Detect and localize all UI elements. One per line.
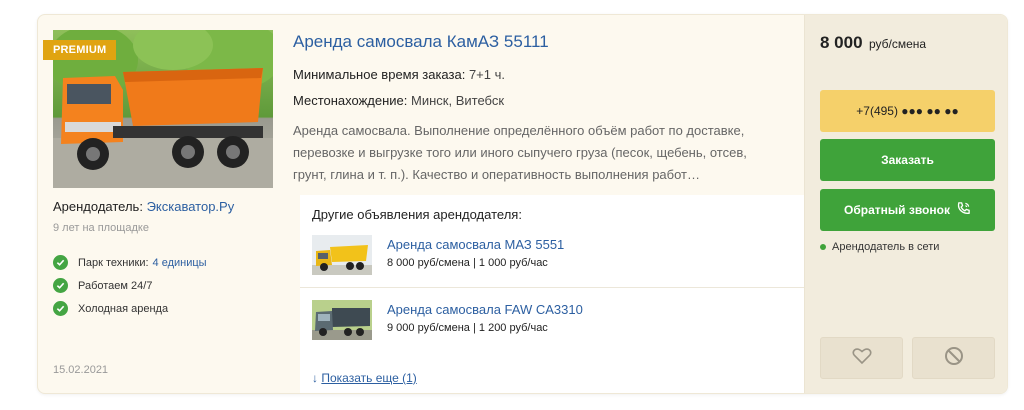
price: 8 000 руб/смена xyxy=(820,33,926,53)
owner-line: Арендодатель: Экскаватор.Ру xyxy=(53,199,234,214)
feature-fleet: Парк техники: 4 единицы xyxy=(53,251,207,274)
check-circle-icon xyxy=(53,301,68,316)
online-dot-icon xyxy=(820,244,826,250)
callback-button[interactable]: Обратный звонок xyxy=(820,189,995,231)
other-ad-thumbnail[interactable] xyxy=(312,300,372,340)
check-circle-icon xyxy=(53,278,68,293)
min-order-label: Минимальное время заказа: xyxy=(293,67,466,82)
feature-label: Работаем 24/7 xyxy=(78,279,153,292)
online-status-label: Арендодатель в сети xyxy=(832,241,940,253)
other-ad-title-link[interactable]: Аренда самосвала МАЗ 5551 xyxy=(387,237,564,252)
other-ad-thumbnail[interactable] xyxy=(312,235,372,275)
order-button[interactable]: Заказать xyxy=(820,139,995,181)
owner-features: Парк техники: 4 единицы Работаем 24/7 Хо… xyxy=(53,251,207,320)
min-order-value: 7+1 ч. xyxy=(468,67,506,82)
heart-icon xyxy=(851,347,872,370)
show-more-link[interactable]: ↓ Показать еще (1) xyxy=(312,371,417,385)
other-ads-panel: Другие объявления арендодателя: Аренда с… xyxy=(300,195,805,393)
block-button[interactable] xyxy=(912,337,995,379)
other-ad-price: 9 000 руб/смена | 1 200 руб/час xyxy=(387,322,548,334)
feature-247: Работаем 24/7 xyxy=(53,274,207,297)
arrow-down-icon: ↓ xyxy=(312,371,318,385)
other-ad-item[interactable]: Аренда самосвала МАЗ 5551 8 000 руб/смен… xyxy=(312,235,797,279)
other-ad-title-link[interactable]: Аренда самосвала FAW CA3310 xyxy=(387,302,583,317)
callback-label: Обратный звонок xyxy=(844,203,950,217)
feature-cold-rent: Холодная аренда xyxy=(53,297,207,320)
other-ad-item[interactable]: Аренда самосвала FAW CA3310 9 000 руб/см… xyxy=(312,300,797,344)
premium-badge: PREMIUM xyxy=(43,40,117,60)
owner-name-link[interactable]: Экскаватор.Ру xyxy=(147,199,235,214)
show-more-label: Показать еще (1) xyxy=(321,371,417,385)
other-ads-title: Другие объявления арендодателя: xyxy=(312,207,522,222)
check-circle-icon xyxy=(53,255,68,270)
favorite-button[interactable] xyxy=(820,337,903,379)
listing-date: 15.02.2021 xyxy=(53,364,109,376)
phone-ring-icon xyxy=(956,201,971,219)
location-value: Минск, Витебск xyxy=(411,93,505,108)
price-unit: руб/смена xyxy=(869,37,927,51)
show-phone-button[interactable]: +7(495) ●●● ●● ●● xyxy=(820,90,995,132)
other-ad-price: 8 000 руб/смена | 1 000 руб/час xyxy=(387,257,548,269)
listing-title-link[interactable]: Аренда самосвала КамАЗ 55111 xyxy=(293,32,549,52)
location-label: Местонахождение: xyxy=(293,93,408,108)
owner-label: Арендодатель: xyxy=(53,199,143,214)
fleet-count-link[interactable]: 4 единицы xyxy=(153,257,207,269)
feature-label: Холодная аренда xyxy=(78,302,169,315)
action-sidebar: 8 000 руб/смена +7(495) ●●● ●● ●● Заказа… xyxy=(804,15,1007,393)
block-icon xyxy=(944,346,964,371)
listing-description: Аренда самосвала. Выполнение определённо… xyxy=(293,123,747,182)
min-order-time: Минимальное время заказа: 7+1 ч. xyxy=(293,67,505,82)
online-status: Арендодатель в сети xyxy=(820,241,939,253)
price-value: 8 000 xyxy=(820,33,863,52)
listing-card: PREMIUM Арендодатель: Экскаватор.Ру 9 ле… xyxy=(37,14,1008,394)
divider xyxy=(300,287,805,288)
owner-since: 9 лет на площадке xyxy=(53,222,149,234)
feature-label: Парк техники: xyxy=(78,256,149,269)
location: Местонахождение: Минск, Витебск xyxy=(293,93,504,108)
